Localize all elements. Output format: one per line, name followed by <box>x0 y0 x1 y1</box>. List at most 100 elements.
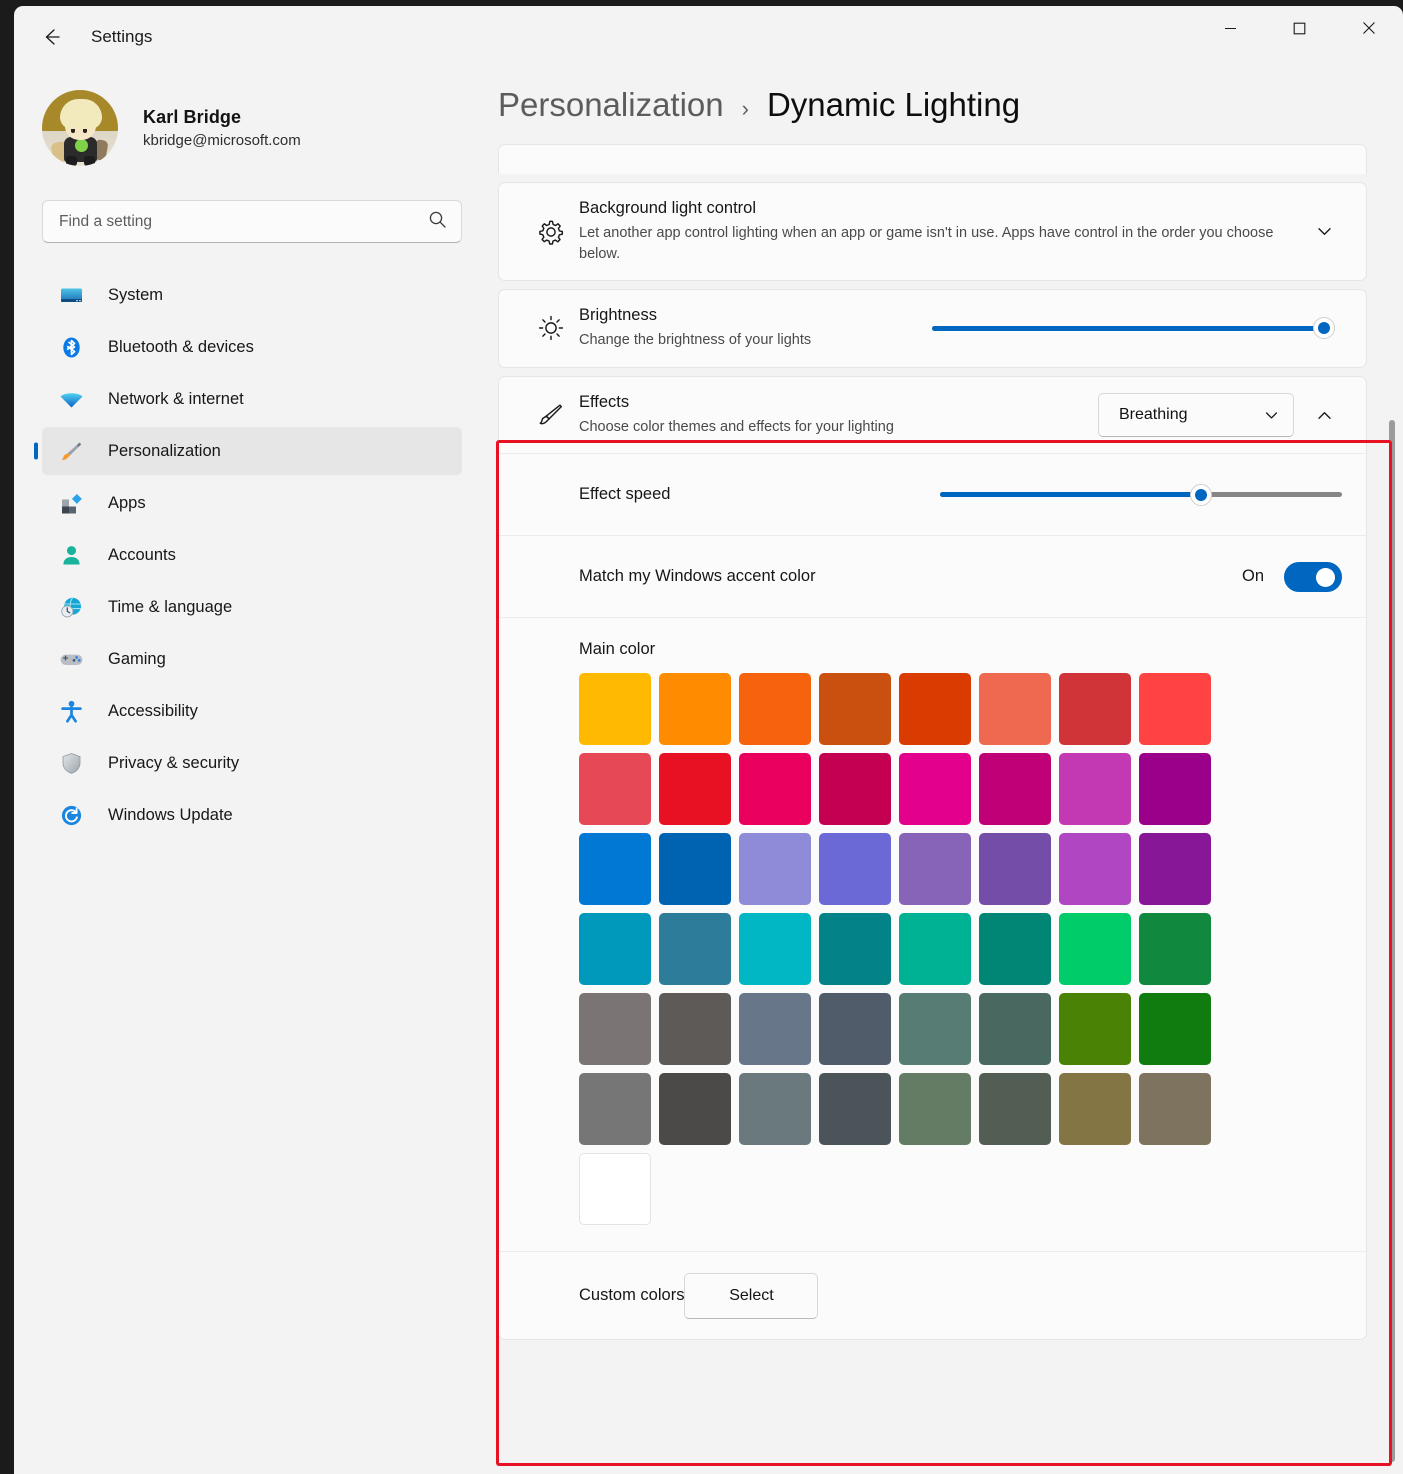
effects-row: Effects Choose color themes and effects … <box>499 377 1366 454</box>
color-swatch[interactable] <box>739 833 811 905</box>
paintbrush-icon <box>523 400 579 430</box>
color-swatch[interactable] <box>659 913 731 985</box>
color-swatch[interactable] <box>1139 833 1211 905</box>
color-swatch[interactable] <box>819 1073 891 1145</box>
color-swatch[interactable] <box>819 753 891 825</box>
background-light-control-subtitle: Let another app control lighting when an… <box>579 223 1299 264</box>
color-swatch[interactable] <box>579 913 651 985</box>
wifi-icon <box>54 386 88 413</box>
custom-colors-row: Custom colors Select <box>499 1251 1366 1339</box>
breadcrumb: Personalization › Dynamic Lighting <box>486 86 1403 124</box>
sidebar-item-apps[interactable]: Apps <box>42 479 462 527</box>
color-swatch[interactable] <box>659 673 731 745</box>
maximize-button[interactable] <box>1265 6 1334 50</box>
accessibility-icon <box>54 698 88 725</box>
color-swatch[interactable] <box>739 913 811 985</box>
color-swatch[interactable] <box>899 753 971 825</box>
breadcrumb-parent[interactable]: Personalization <box>498 86 724 124</box>
color-swatch[interactable] <box>899 913 971 985</box>
vertical-scrollbar[interactable] <box>1389 420 1395 1462</box>
color-swatch[interactable] <box>979 1073 1051 1145</box>
page-title: Dynamic Lighting <box>767 86 1020 124</box>
color-swatch[interactable] <box>739 993 811 1065</box>
sidebar-item-label: Bluetooth & devices <box>108 338 254 357</box>
sidebar-item-time-language[interactable]: Time & language <box>42 583 462 631</box>
color-swatch[interactable] <box>659 753 731 825</box>
sidebar-item-label: Accessibility <box>108 702 198 721</box>
brightness-slider[interactable] <box>932 317 1324 339</box>
color-swatch[interactable] <box>819 993 891 1065</box>
custom-colors-select-button[interactable]: Select <box>684 1273 818 1319</box>
accent-color-match-toggle[interactable] <box>1284 562 1342 592</box>
sun-icon <box>523 314 579 342</box>
sidebar-item-personalization[interactable]: Personalization <box>42 427 462 475</box>
color-swatch[interactable] <box>1059 753 1131 825</box>
color-swatch[interactable] <box>819 833 891 905</box>
color-swatch[interactable] <box>579 753 651 825</box>
color-swatch[interactable] <box>819 673 891 745</box>
color-swatch[interactable] <box>979 913 1051 985</box>
minimize-button[interactable] <box>1196 6 1265 50</box>
color-swatch[interactable] <box>979 673 1051 745</box>
accent-color-match-row: Match my Windows accent color On <box>499 535 1366 617</box>
color-swatch[interactable] <box>579 1153 651 1225</box>
sidebar-item-privacy-security[interactable]: Privacy & security <box>42 739 462 787</box>
update-icon <box>54 802 88 829</box>
sidebar-item-label: Network & internet <box>108 390 244 409</box>
color-swatch[interactable] <box>979 753 1051 825</box>
color-swatch[interactable] <box>579 673 651 745</box>
sidebar-item-accessibility[interactable]: Accessibility <box>42 687 462 735</box>
effects-title: Effects <box>579 393 1098 412</box>
sidebar-item-system[interactable]: System <box>42 271 462 319</box>
color-swatch[interactable] <box>579 993 651 1065</box>
sidebar-item-windows-update[interactable]: Windows Update <box>42 791 462 839</box>
sidebar-item-bluetooth-devices[interactable]: Bluetooth & devices <box>42 323 462 371</box>
chevron-down-icon[interactable] <box>1306 214 1342 250</box>
user-profile[interactable]: Karl Bridge kbridge@microsoft.com <box>42 90 462 166</box>
color-swatch[interactable] <box>819 913 891 985</box>
color-swatch[interactable] <box>659 1073 731 1145</box>
color-swatch[interactable] <box>899 833 971 905</box>
effect-speed-row: Effect speed <box>499 453 1366 535</box>
color-swatch[interactable] <box>1059 913 1131 985</box>
sidebar-item-accounts[interactable]: Accounts <box>42 531 462 579</box>
color-swatch[interactable] <box>1139 753 1211 825</box>
color-swatch[interactable] <box>1059 1073 1131 1145</box>
sidebar-item-network-internet[interactable]: Network & internet <box>42 375 462 423</box>
apps-icon <box>54 490 88 517</box>
search-input[interactable] <box>59 213 428 231</box>
sidebar-item-label: Accounts <box>108 546 176 565</box>
custom-colors-label: Custom colors <box>579 1286 684 1305</box>
color-swatch[interactable] <box>1139 993 1211 1065</box>
color-swatch[interactable] <box>899 673 971 745</box>
sidebar-item-gaming[interactable]: Gaming <box>42 635 462 683</box>
color-swatch[interactable] <box>979 993 1051 1065</box>
back-button[interactable] <box>31 17 71 57</box>
color-swatch[interactable] <box>899 1073 971 1145</box>
color-swatch[interactable] <box>579 1073 651 1145</box>
background-light-control-row[interactable]: Background light control Let another app… <box>499 183 1366 280</box>
card-partial-above <box>498 144 1367 174</box>
color-swatch[interactable] <box>579 833 651 905</box>
close-button[interactable] <box>1334 6 1403 50</box>
color-swatch[interactable] <box>739 1073 811 1145</box>
color-swatch[interactable] <box>739 753 811 825</box>
color-swatch[interactable] <box>1139 1073 1211 1145</box>
color-swatch[interactable] <box>1059 673 1131 745</box>
chevron-down-icon <box>1264 408 1279 423</box>
sidebar-item-label: Privacy & security <box>108 754 239 773</box>
color-swatch[interactable] <box>979 833 1051 905</box>
color-swatch[interactable] <box>899 993 971 1065</box>
color-swatch[interactable] <box>1139 673 1211 745</box>
effect-type-dropdown[interactable]: Breathing <box>1098 393 1294 437</box>
color-swatch[interactable] <box>659 993 731 1065</box>
search-box[interactable] <box>42 200 462 243</box>
color-swatch[interactable] <box>659 833 731 905</box>
person-icon <box>54 542 88 569</box>
color-swatch[interactable] <box>1059 993 1131 1065</box>
color-swatch[interactable] <box>1139 913 1211 985</box>
color-swatch[interactable] <box>739 673 811 745</box>
color-swatch[interactable] <box>1059 833 1131 905</box>
effect-speed-slider[interactable] <box>940 484 1342 506</box>
chevron-up-icon[interactable] <box>1306 397 1342 433</box>
